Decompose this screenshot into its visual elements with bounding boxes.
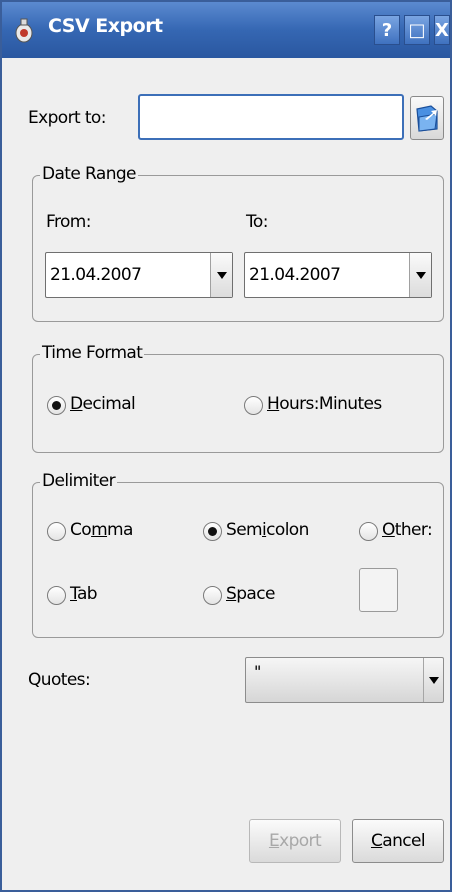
semicolon-radio[interactable] bbox=[203, 522, 222, 541]
to-date-combo[interactable]: 21.04.2007 bbox=[244, 252, 432, 298]
open-file-icon bbox=[416, 105, 438, 132]
quotes-combo[interactable]: " bbox=[245, 657, 444, 703]
to-date-value: 21.04.2007 bbox=[249, 265, 341, 285]
tab-radio[interactable] bbox=[47, 586, 66, 605]
maximize-button[interactable]: □ bbox=[404, 15, 430, 45]
space-radio[interactable] bbox=[203, 586, 222, 605]
from-date-value: 21.04.2007 bbox=[50, 265, 142, 285]
chevron-down-icon[interactable] bbox=[409, 253, 431, 297]
space-label[interactable]: Space bbox=[226, 584, 275, 604]
from-date-combo[interactable]: 21.04.2007 bbox=[45, 252, 233, 298]
hours-minutes-radio[interactable] bbox=[244, 396, 263, 415]
browse-button[interactable] bbox=[410, 96, 444, 140]
date-range-legend: Date Range bbox=[40, 164, 138, 184]
quotes-label: Quotes: bbox=[28, 670, 91, 690]
close-button[interactable]: X bbox=[434, 15, 450, 45]
quotes-value: " bbox=[254, 662, 262, 681]
tab-label[interactable]: Tab bbox=[70, 584, 98, 604]
to-label: To: bbox=[246, 212, 268, 232]
date-range-group bbox=[32, 175, 444, 322]
export-button[interactable]: Export bbox=[249, 819, 341, 863]
csv-export-dialog: CSV Export ? □ X Export to: Date Range F… bbox=[0, 0, 452, 892]
chevron-down-icon[interactable] bbox=[423, 658, 443, 702]
hours-minutes-label[interactable]: Hours:Minutes bbox=[267, 394, 382, 414]
window-title: CSV Export bbox=[48, 15, 163, 37]
export-path-input[interactable] bbox=[138, 94, 404, 140]
other-delimiter-input[interactable] bbox=[359, 568, 398, 612]
time-format-legend: Time Format bbox=[40, 343, 145, 363]
delimiter-legend: Delimiter bbox=[40, 471, 117, 491]
from-label: From: bbox=[46, 212, 91, 232]
cancel-button[interactable]: Cancel bbox=[352, 819, 444, 863]
chevron-down-icon[interactable] bbox=[210, 253, 232, 297]
delimiter-group bbox=[32, 482, 444, 638]
comma-label[interactable]: Comma bbox=[70, 520, 133, 540]
decimal-label[interactable]: Decimal bbox=[70, 394, 136, 414]
decimal-radio[interactable] bbox=[47, 396, 66, 415]
help-button[interactable]: ? bbox=[374, 15, 400, 45]
app-icon bbox=[15, 18, 33, 43]
semicolon-label[interactable]: Semicolon bbox=[226, 520, 309, 540]
comma-radio[interactable] bbox=[47, 522, 66, 541]
export-to-label: Export to: bbox=[28, 108, 106, 128]
other-radio[interactable] bbox=[359, 522, 378, 541]
title-bar[interactable]: CSV Export ? □ X bbox=[2, 2, 450, 58]
other-label[interactable]: Other: bbox=[382, 520, 433, 540]
